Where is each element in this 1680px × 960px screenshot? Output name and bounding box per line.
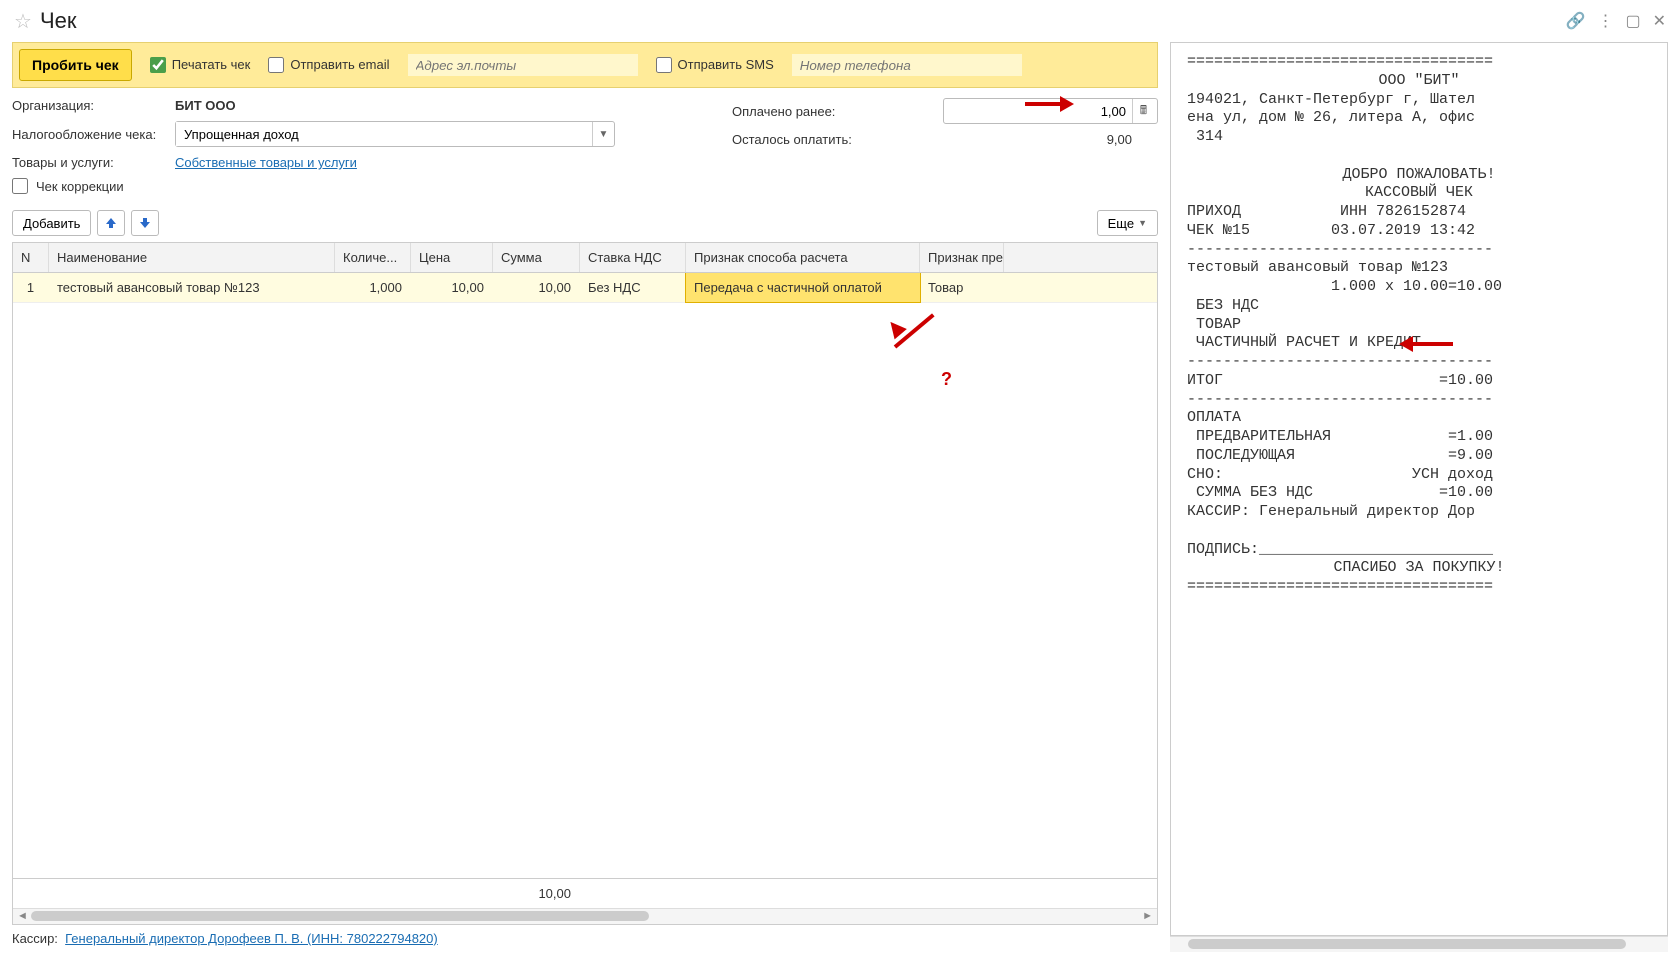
action-bar: Пробить чек Печатать чек Отправить email… [12, 42, 1158, 88]
left-to-pay-value: 9,00 [943, 132, 1158, 147]
left-to-pay-label: Осталось оплатить: [732, 132, 862, 147]
send-sms-label: Отправить SMS [678, 58, 774, 72]
move-up-button[interactable] [97, 210, 125, 236]
organization-label: Организация: [12, 98, 167, 113]
items-table: N Наименование Количе... Цена Сумма Став… [12, 242, 1158, 925]
col-vat[interactable]: Ставка НДС [580, 243, 686, 272]
col-name[interactable]: Наименование [49, 243, 335, 272]
cell-qty[interactable]: 1,000 [335, 273, 411, 302]
send-sms-checkbox[interactable] [656, 57, 672, 73]
col-subject[interactable]: Признак пре [920, 243, 1004, 272]
col-n[interactable]: N [13, 243, 49, 272]
taxation-label: Налогообложение чека: [12, 127, 167, 142]
paid-before-input[interactable] [944, 104, 1132, 119]
maximize-icon[interactable]: ▢ [1625, 11, 1640, 31]
cell-n[interactable]: 1 [13, 273, 49, 302]
organization-value: БИТ ООО [175, 98, 236, 113]
correction-receipt-checkbox[interactable] [12, 178, 28, 194]
goods-services-link[interactable]: Собственные товары и услуги [175, 155, 357, 170]
col-sum[interactable]: Сумма [493, 243, 580, 272]
col-price[interactable]: Цена [411, 243, 493, 272]
move-down-button[interactable] [131, 210, 159, 236]
receipt-horizontal-scrollbar[interactable] [1170, 936, 1668, 952]
close-icon[interactable]: ✕ [1653, 11, 1666, 31]
calculator-icon[interactable]: 🖩 [1132, 99, 1154, 123]
correction-receipt-label: Чек коррекции [36, 179, 124, 194]
more-button[interactable]: Еще▼ [1097, 210, 1158, 236]
phone-input[interactable] [792, 54, 1022, 76]
window-title: Чек [40, 8, 1566, 34]
col-qty[interactable]: Количе... [335, 243, 411, 272]
cell-price[interactable]: 10,00 [411, 273, 493, 302]
punch-receipt-button[interactable]: Пробить чек [19, 49, 132, 81]
paid-before-label: Оплачено ранее: [732, 104, 862, 119]
add-button[interactable]: Добавить [12, 210, 91, 236]
cell-sum[interactable]: 10,00 [493, 273, 580, 302]
favorite-star-icon[interactable]: ☆ [14, 9, 32, 34]
email-input[interactable] [408, 54, 638, 76]
link-icon[interactable]: 🔗 [1566, 11, 1586, 31]
print-receipt-label: Печатать чек [172, 58, 251, 72]
taxation-dropdown-icon[interactable]: ▼ [592, 122, 614, 146]
more-menu-icon[interactable]: ⋮ [1597, 11, 1613, 31]
cell-name[interactable]: тестовый авансовый товар №123 [49, 273, 335, 302]
receipt-preview: ================================== ООО "… [1170, 42, 1668, 936]
table-row[interactable]: 1 тестовый авансовый товар №123 1,000 10… [13, 273, 1157, 303]
cashier-link[interactable]: Генеральный директор Дорофеев П. В. (ИНН… [65, 931, 438, 946]
cell-subject[interactable]: Товар [920, 273, 1004, 302]
cashier-label: Кассир: [12, 931, 58, 946]
cell-vat[interactable]: Без НДС [580, 273, 686, 302]
col-method[interactable]: Признак способа расчета [686, 243, 920, 272]
goods-services-label: Товары и услуги: [12, 155, 167, 170]
cell-method[interactable]: Передача с частичной оплатой [686, 273, 920, 302]
taxation-select[interactable] [176, 122, 592, 146]
table-horizontal-scrollbar[interactable]: ◄► [13, 908, 1157, 924]
send-email-checkbox[interactable] [268, 57, 284, 73]
footer-sum: 10,00 [493, 879, 580, 908]
print-receipt-checkbox[interactable] [150, 57, 166, 73]
send-email-label: Отправить email [290, 58, 389, 72]
